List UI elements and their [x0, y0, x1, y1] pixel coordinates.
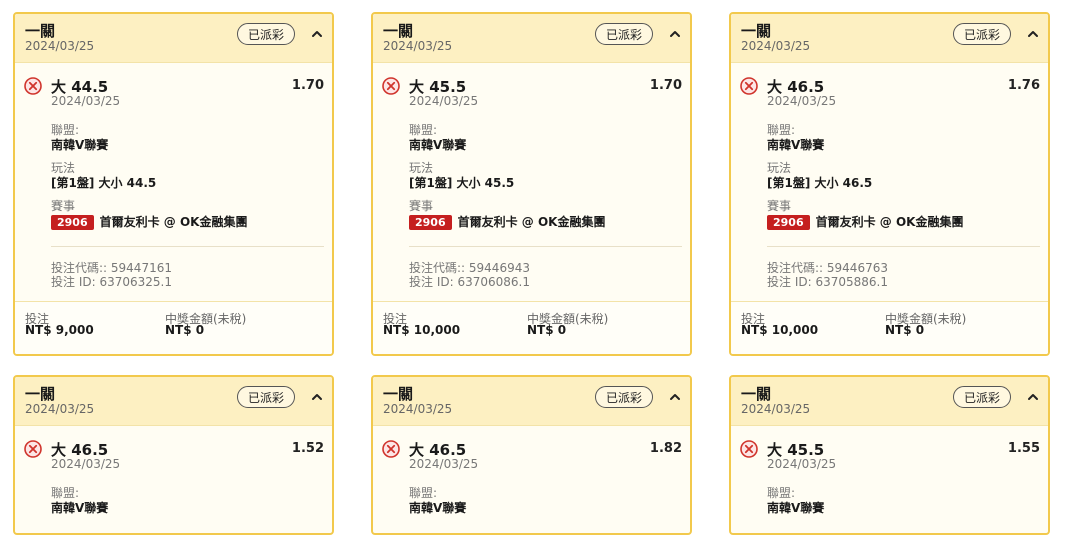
selection-date: 2024/03/25	[409, 457, 479, 471]
event-code-tag: 2906	[767, 215, 810, 230]
lose-x-icon	[24, 440, 42, 458]
league-value: 南韓V聯賽	[51, 138, 109, 152]
chevron-up-icon[interactable]	[310, 390, 324, 404]
event-label: 賽事	[767, 199, 792, 213]
bet-card: 一關 2024/03/25 已派彩 大 44.5 1.70 2024/03/25…	[13, 12, 334, 356]
selection-date: 2024/03/25	[409, 94, 479, 108]
league-value: 南韓V聯賽	[409, 138, 467, 152]
bet-type-title: 一關	[383, 22, 414, 40]
chevron-up-icon[interactable]	[1026, 27, 1040, 41]
event-value: 2906 首爾友利卡 @ OK金融集團	[409, 213, 605, 230]
lose-x-icon	[382, 440, 400, 458]
league-value: 南韓V聯賽	[409, 501, 467, 515]
event-name: 首爾友利卡 @ OK金融集團	[99, 215, 248, 229]
divider	[51, 246, 324, 247]
bet-history-grid: 一關 2024/03/25 已派彩 大 44.5 1.70 2024/03/25…	[0, 0, 1080, 535]
bet-type-title: 一關	[25, 22, 56, 40]
bet-type-title: 一關	[741, 22, 772, 40]
payout-value: NT$ 0	[885, 323, 925, 337]
selection-odds: 1.55	[1007, 441, 1040, 456]
ticket-id: 投注 ID: 63706086.1	[409, 275, 530, 289]
settled-status-badge: 已派彩	[237, 23, 295, 45]
bet-card-header[interactable]: 一關 2024/03/25 已派彩	[15, 14, 332, 63]
stake-value: NT$ 9,000	[25, 323, 94, 337]
bet-card-header[interactable]: 一關 2024/03/25 已派彩	[731, 377, 1048, 426]
settled-status-badge: 已派彩	[237, 386, 295, 408]
bet-card-footer: 投注 NT$ 9,000 中獎金額(未稅) NT$ 0	[15, 301, 332, 354]
selection-odds: 1.70	[649, 78, 682, 93]
bet-date: 2024/03/25	[25, 402, 95, 416]
event-code-tag: 2906	[409, 215, 452, 230]
selection-odds: 1.76	[1007, 78, 1040, 93]
stake-value: NT$ 10,000	[383, 323, 461, 337]
league-value: 南韓V聯賽	[767, 501, 825, 515]
event-value: 2906 首爾友利卡 @ OK金融集團	[51, 213, 247, 230]
bet-card-footer: 投注 NT$ 10,000 中獎金額(未稅) NT$ 0	[373, 301, 690, 354]
selection-date: 2024/03/25	[767, 457, 837, 471]
bet-type-title: 一關	[383, 385, 414, 403]
bet-card-header[interactable]: 一關 2024/03/25 已派彩	[15, 377, 332, 426]
play-value: [第1盤] 大小 45.5	[409, 176, 515, 190]
league-value: 南韓V聯賽	[767, 138, 825, 152]
selection-odds: 1.82	[649, 441, 682, 456]
bet-date: 2024/03/25	[383, 402, 453, 416]
bet-type-title: 一關	[741, 385, 772, 403]
bet-card-footer: 投注 NT$ 10,000 中獎金額(未稅) NT$ 0	[731, 301, 1048, 354]
payout-value: NT$ 0	[527, 323, 567, 337]
bet-date: 2024/03/25	[741, 39, 811, 53]
league-value: 南韓V聯賽	[51, 501, 109, 515]
event-label: 賽事	[51, 199, 76, 213]
settled-status-badge: 已派彩	[953, 23, 1011, 45]
lose-x-icon	[740, 440, 758, 458]
selection-date: 2024/03/25	[767, 94, 837, 108]
settled-status-badge: 已派彩	[595, 386, 653, 408]
bet-card-header[interactable]: 一關 2024/03/25 已派彩	[731, 14, 1048, 63]
payout-value: NT$ 0	[165, 323, 205, 337]
settled-status-badge: 已派彩	[595, 23, 653, 45]
event-code-tag: 2906	[51, 215, 94, 230]
bet-type-title: 一關	[25, 385, 56, 403]
event-value: 2906 首爾友利卡 @ OK金融集團	[767, 213, 963, 230]
bet-card: 一關 2024/03/25 已派彩 大 46.5 1.82 2024/03/25…	[371, 375, 692, 535]
chevron-up-icon[interactable]	[310, 27, 324, 41]
chevron-up-icon[interactable]	[668, 390, 682, 404]
divider	[767, 246, 1040, 247]
selection-odds: 1.70	[291, 78, 324, 93]
bet-card: 一關 2024/03/25 已派彩 大 45.5 1.70 2024/03/25…	[371, 12, 692, 356]
bet-card: 一關 2024/03/25 已派彩 大 46.5 1.52 2024/03/25…	[13, 375, 334, 535]
selection-date: 2024/03/25	[51, 457, 121, 471]
lose-x-icon	[24, 77, 42, 95]
stake-value: NT$ 10,000	[741, 323, 819, 337]
selection-date: 2024/03/25	[51, 94, 121, 108]
bet-date: 2024/03/25	[25, 39, 95, 53]
ticket-id: 投注 ID: 63706325.1	[51, 275, 172, 289]
bet-date: 2024/03/25	[741, 402, 811, 416]
event-name: 首爾友利卡 @ OK金融集團	[815, 215, 964, 229]
settled-status-badge: 已派彩	[953, 386, 1011, 408]
bet-card: 一關 2024/03/25 已派彩 大 45.5 1.55 2024/03/25…	[729, 375, 1050, 535]
bet-card: 一關 2024/03/25 已派彩 大 46.5 1.76 2024/03/25…	[729, 12, 1050, 356]
lose-x-icon	[382, 77, 400, 95]
chevron-up-icon[interactable]	[1026, 390, 1040, 404]
ticket-id: 投注 ID: 63705886.1	[767, 275, 888, 289]
selection-odds: 1.52	[291, 441, 324, 456]
play-value: [第1盤] 大小 46.5	[767, 176, 873, 190]
chevron-up-icon[interactable]	[668, 27, 682, 41]
lose-x-icon	[740, 77, 758, 95]
play-value: [第1盤] 大小 44.5	[51, 176, 157, 190]
bet-card-header[interactable]: 一關 2024/03/25 已派彩	[373, 377, 690, 426]
bet-date: 2024/03/25	[383, 39, 453, 53]
divider	[409, 246, 682, 247]
event-name: 首爾友利卡 @ OK金融集團	[457, 215, 606, 229]
event-label: 賽事	[409, 199, 434, 213]
bet-card-header[interactable]: 一關 2024/03/25 已派彩	[373, 14, 690, 63]
